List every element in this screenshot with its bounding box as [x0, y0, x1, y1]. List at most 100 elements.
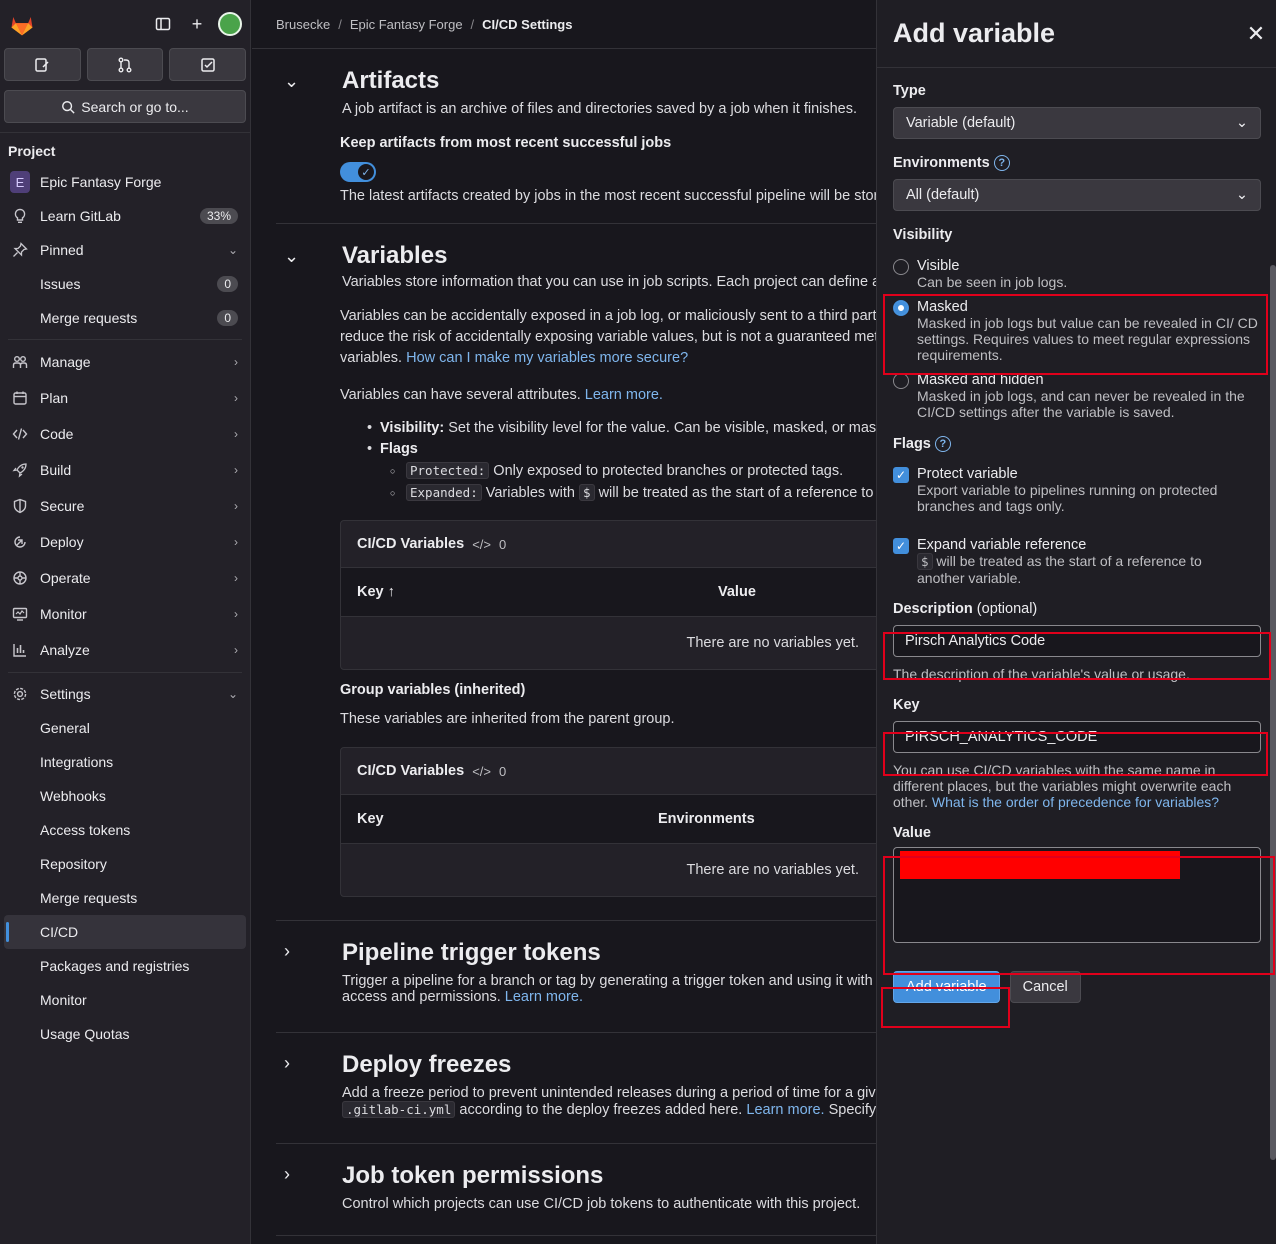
learn-more-link[interactable]: Learn more. [746, 1102, 824, 1118]
sidebar-item-settings-repository[interactable]: Repository [0, 847, 250, 881]
sidebar-item-settings-merge-requests[interactable]: Merge requests [0, 881, 250, 915]
sidebar-item-monitor[interactable]: Monitor › [0, 596, 250, 632]
sidebar-item-label: Secure [40, 498, 85, 514]
section-title: Job token permissions [342, 1162, 604, 1189]
expand-variable-checkbox[interactable]: ✓ Expand variable reference $ will be tr… [893, 537, 1268, 586]
drawer-scrollbar[interactable] [1270, 265, 1276, 1160]
highlight-description [883, 632, 1271, 680]
sidebar-item-settings[interactable]: Settings ⌄ [0, 677, 250, 711]
sidebar-item-secure[interactable]: Secure › [0, 488, 250, 524]
chevron-down-icon[interactable]: ⌄ [284, 246, 299, 267]
gitlab-logo-icon[interactable] [8, 10, 36, 38]
merge-requests-shortcut-button[interactable] [86, 48, 164, 81]
search-button[interactable]: Search or go to... [4, 90, 246, 123]
chevron-right-icon: › [234, 499, 238, 513]
todo-shortcut-button[interactable] [169, 48, 247, 81]
protect-variable-checkbox[interactable]: ✓ Protect variable Export variable to pi… [893, 466, 1268, 514]
sidebar-item-merge-requests-pinned[interactable]: Merge requests 0 [0, 301, 250, 335]
sidebar-item-analyze[interactable]: Analyze › [0, 632, 250, 668]
sidebar-item-issues[interactable]: Issues 0 [0, 267, 250, 301]
question-icon[interactable]: ? [993, 155, 1010, 172]
column-key: Key [357, 811, 384, 827]
sidebar-item-settings-general[interactable]: General [0, 711, 250, 745]
visibility-visible-radio[interactable]: Visible Can be seen in job logs. [893, 258, 1268, 290]
sidebar-item-code[interactable]: Code › [0, 416, 250, 452]
chevron-right-icon[interactable]: › [284, 941, 290, 962]
chevron-down-icon: ⌄ [1235, 187, 1248, 204]
rocket-icon [10, 462, 30, 478]
cicd-variables-table: CI/CD Variables </> 0 Key ↑ Value There … [340, 520, 876, 670]
close-icon[interactable]: ✕ [1236, 21, 1276, 47]
section-description: access and permissions. [342, 989, 501, 1005]
avatar[interactable] [218, 12, 242, 36]
sidebar-item-label: Monitor [40, 992, 87, 1008]
expanded-code: Expanded: [406, 484, 482, 501]
breadcrumb-current[interactable]: CI/CD Settings [482, 17, 572, 32]
sidebar-item-label: Deploy [40, 534, 84, 550]
learn-more-link[interactable]: Learn more. [505, 989, 583, 1005]
radio-description: Can be seen in job logs. [917, 274, 1068, 291]
sidebar-item-label: Operate [40, 570, 91, 586]
value-label: Value [893, 825, 931, 842]
sidebar-item-project[interactable]: E Epic Fantasy Forge [0, 165, 250, 199]
expanded-text: will be treated as the start of a refere… [598, 485, 874, 501]
question-icon[interactable]: ? [934, 436, 951, 453]
visibility-hidden-radio[interactable]: Masked and hidden Masked in job logs, an… [893, 372, 1268, 420]
highlight-key [883, 732, 1268, 776]
sidebar-item-manage[interactable]: Manage › [0, 344, 250, 380]
column-value: Value [718, 584, 756, 600]
sidebar-item-settings-usage-quotas[interactable]: Usage Quotas [0, 1017, 250, 1051]
visibility-label: Visibility [893, 227, 953, 244]
project-avatar: E [10, 171, 30, 193]
main-content: Brusecke / Epic Fantasy Forge / CI/CD Se… [252, 0, 876, 1244]
environments-select[interactable]: All (default) ⌄ [893, 179, 1261, 212]
sidebar-item-settings-integrations[interactable]: Integrations [0, 745, 250, 779]
cancel-button[interactable]: Cancel [1009, 971, 1081, 1004]
column-key[interactable]: Key ↑ [357, 584, 718, 600]
sidebar-toggle-icon[interactable] [148, 9, 178, 39]
deploy-freezes-section: › Deploy freezes Add a freeze period to … [276, 1033, 876, 1144]
secure-variables-link[interactable]: How can I make my variables more secure? [406, 350, 688, 366]
checkbox-label: Expand variable reference [917, 537, 1087, 554]
chevron-down-icon: ⌄ [227, 687, 238, 701]
breadcrumb-group[interactable]: Brusecke [276, 17, 330, 32]
sidebar-item-learn-gitlab[interactable]: Learn GitLab 33% [0, 199, 250, 233]
keep-artifacts-toggle[interactable] [340, 162, 376, 182]
todo-icon [200, 57, 215, 72]
sidebar-item-label: Epic Fantasy Forge [40, 174, 162, 190]
section-title: Variables [342, 242, 448, 269]
breadcrumb-project[interactable]: Epic Fantasy Forge [350, 17, 463, 32]
chevron-down-icon[interactable]: ⌄ [284, 71, 299, 92]
precedence-link[interactable]: What is the order of precedence for vari… [932, 794, 1219, 810]
radio-icon [893, 373, 909, 390]
section-description: Control which projects can use CI/CD job… [342, 1196, 861, 1212]
sidebar-item-settings-access-tokens[interactable]: Access tokens [0, 813, 250, 847]
sidebar-item-pinned[interactable]: Pinned ⌄ [0, 233, 250, 267]
learn-more-link[interactable]: Learn more. [585, 387, 663, 403]
sidebar-item-plan[interactable]: Plan › [0, 380, 250, 416]
sidebar-item-label: Learn GitLab [40, 208, 121, 224]
chevron-right-icon[interactable]: › [284, 1053, 290, 1074]
table-count: 0 [498, 536, 507, 552]
chevron-right-icon[interactable]: › [284, 1164, 290, 1185]
column-environments: Environments [658, 811, 755, 827]
sidebar-item-operate[interactable]: Operate › [0, 560, 250, 596]
sidebar-item-label: Webhooks [40, 788, 106, 804]
highlight-add-button [881, 987, 1010, 1028]
chevron-right-icon: › [234, 535, 238, 549]
sidebar-item-deploy[interactable]: Deploy › [0, 524, 250, 560]
chevron-right-icon: › [234, 571, 238, 585]
sidebar-item-settings-packages-and-registries[interactable]: Packages and registries [0, 949, 250, 983]
search-label: Search or go to... [81, 98, 189, 115]
plus-icon[interactable]: + [182, 9, 212, 39]
issues-shortcut-button[interactable] [4, 48, 81, 81]
type-select[interactable]: Variable (default) ⌄ [893, 107, 1261, 139]
sidebar-item-settings-webhooks[interactable]: Webhooks [0, 779, 250, 813]
sidebar-item-settings-ci-cd[interactable]: CI/CD [4, 915, 246, 949]
sidebar-item-build[interactable]: Build › [0, 452, 250, 488]
sidebar-item-label: Analyze [40, 642, 90, 658]
sidebar-item-settings-monitor[interactable]: Monitor [0, 983, 250, 1017]
thumbtack-icon [10, 242, 30, 258]
chevron-right-icon: › [234, 391, 238, 405]
sidebar-item-label: CI/CD [40, 924, 79, 940]
